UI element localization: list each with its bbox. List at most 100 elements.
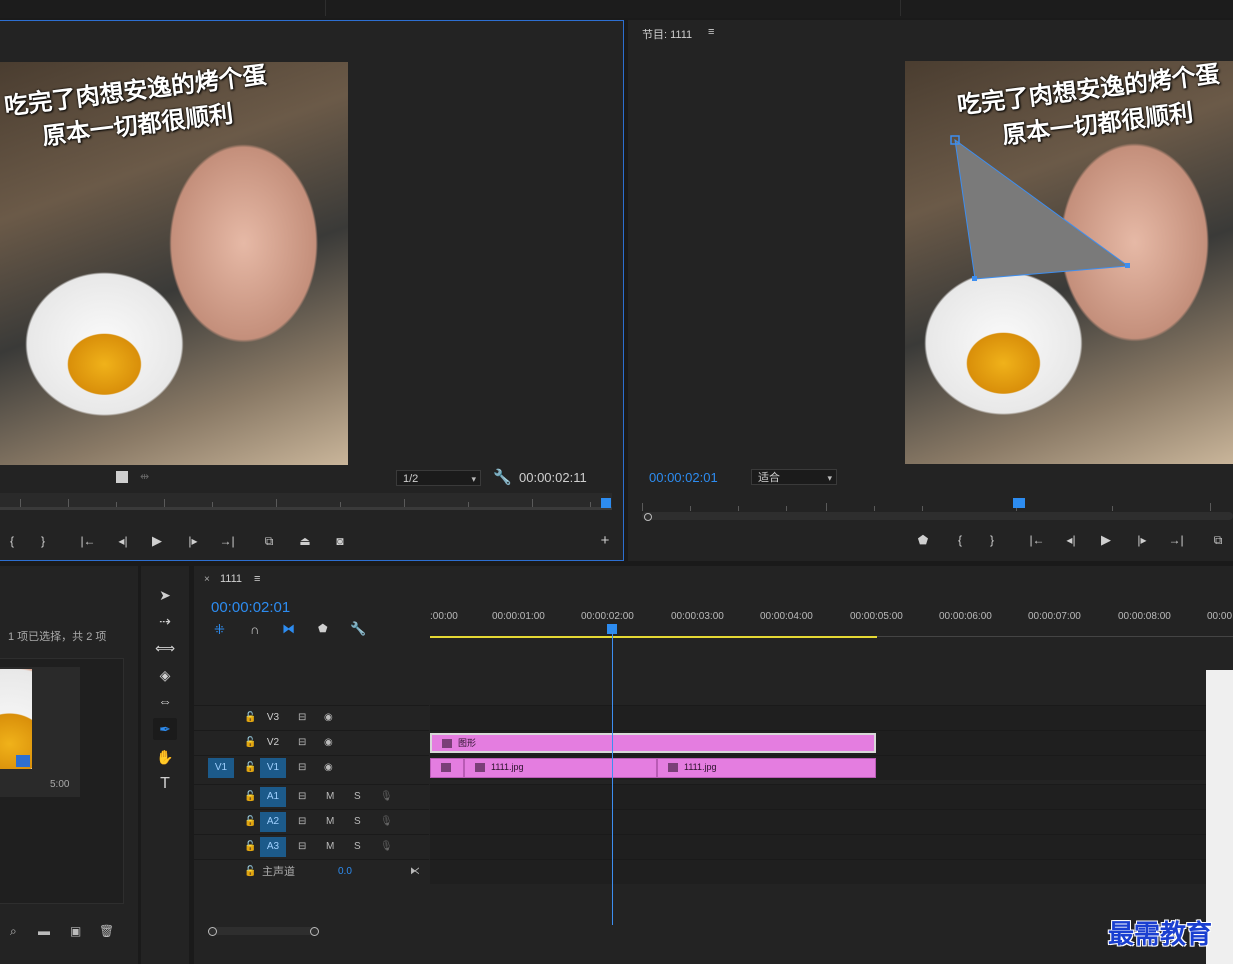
hand-tool-icon[interactable]: ✋: [153, 746, 177, 768]
sync-lock-icon[interactable]: ⊟: [298, 758, 306, 778]
track-label-v1[interactable]: V1: [260, 758, 286, 778]
mark-out-icon[interactable]: }: [33, 533, 53, 549]
track-row-master[interactable]: [430, 859, 1233, 884]
add-marker-icon[interactable]: ⬟: [318, 622, 328, 635]
lock-icon[interactable]: 🔓: [244, 812, 256, 832]
microphone-icon[interactable]: 🎙: [380, 787, 393, 807]
drag-video-icon[interactable]: ⇹: [140, 470, 149, 483]
sync-lock-icon[interactable]: ⊟: [298, 787, 306, 807]
scroll-handle[interactable]: [644, 513, 652, 521]
mute-button[interactable]: M: [326, 787, 334, 807]
track-row-v1[interactable]: 1111.jpg 1111.jpg: [430, 755, 1233, 780]
insert-icon[interactable]: ⧉: [259, 533, 279, 549]
pen-tool-icon[interactable]: ✒: [153, 718, 177, 740]
add-marker-icon[interactable]: ⬟: [913, 532, 933, 548]
lock-icon[interactable]: 🔓: [244, 758, 256, 778]
mute-button[interactable]: M: [326, 812, 334, 832]
solo-button[interactable]: S: [354, 837, 361, 857]
mark-out-icon[interactable]: }: [982, 532, 1002, 548]
track-label-a2[interactable]: A2: [260, 812, 286, 832]
track-label-v2[interactable]: V2: [260, 733, 286, 753]
clip-fragment[interactable]: [430, 758, 464, 778]
source-scrollbar[interactable]: [0, 507, 612, 510]
lift-icon[interactable]: ⧉: [1208, 532, 1228, 548]
solo-button[interactable]: S: [354, 787, 361, 807]
mark-in-icon[interactable]: {: [2, 533, 22, 549]
step-back-icon[interactable]: ◂|: [1061, 532, 1081, 548]
workspace-tabs[interactable]: [325, 0, 901, 16]
track-row-a1[interactable]: [430, 784, 1233, 809]
nest-toggle-icon[interactable]: ⁜: [214, 622, 225, 638]
solo-button[interactable]: S: [354, 812, 361, 832]
panel-menu-icon[interactable]: ≡: [708, 26, 714, 38]
settings-wrench-icon[interactable]: 🔧: [350, 621, 366, 637]
timeline-timecode[interactable]: 00:00:02:01: [211, 599, 290, 616]
track-row-a3[interactable]: [430, 834, 1233, 859]
sync-lock-icon[interactable]: ⊟: [298, 837, 306, 857]
go-to-end-icon[interactable]: ⧔: [410, 862, 420, 882]
program-time-ruler[interactable]: [642, 497, 1233, 511]
add-button-icon[interactable]: +: [595, 533, 615, 549]
fit-dropdown[interactable]: 适合 ▾: [751, 469, 837, 485]
sync-lock-icon[interactable]: ⊟: [298, 812, 306, 832]
source-time-ruler[interactable]: [0, 493, 612, 507]
slip-tool-icon[interactable]: ⇔: [153, 690, 177, 712]
panel-menu-icon[interactable]: ≡: [254, 573, 260, 585]
lock-icon[interactable]: 🔓: [244, 733, 256, 753]
microphone-icon[interactable]: 🎙: [380, 837, 393, 857]
track-label-v3[interactable]: V3: [260, 708, 286, 728]
wrench-icon[interactable]: 🔧: [493, 468, 512, 486]
mute-button[interactable]: M: [326, 837, 334, 857]
lock-icon[interactable]: 🔓: [244, 787, 256, 807]
eye-icon[interactable]: ◉: [324, 733, 333, 753]
scroll-handle-left[interactable]: [208, 927, 217, 936]
timeline-ruler[interactable]: :00:00 00:00:01:00 00:00:02:00 00:00:03:…: [430, 606, 1233, 638]
program-playhead-marker[interactable]: [1013, 498, 1025, 508]
razor-tool-icon[interactable]: ◈: [153, 664, 177, 686]
ripple-edit-tool-icon[interactable]: ⟺: [153, 637, 177, 659]
play-icon[interactable]: ▶: [147, 533, 167, 549]
image-clip-2[interactable]: 1111.jpg: [657, 758, 876, 778]
go-to-out-icon[interactable]: →|: [217, 533, 237, 549]
step-back-icon[interactable]: ◂|: [113, 533, 133, 549]
overwrite-icon[interactable]: ⏏: [295, 533, 315, 549]
snap-icon[interactable]: ∩: [250, 622, 259, 637]
timeline-zoom-scrollbar[interactable]: [208, 927, 318, 935]
program-timecode[interactable]: 00:00:02:01: [649, 470, 718, 485]
mark-in-icon[interactable]: {: [950, 532, 970, 548]
source-playhead-marker[interactable]: [601, 498, 611, 508]
project-item[interactable]: 5:00: [0, 667, 80, 797]
sequence-tab[interactable]: 1111: [220, 573, 242, 585]
track-row-a2[interactable]: [430, 809, 1233, 834]
track-label-a3[interactable]: A3: [260, 837, 286, 857]
scroll-handle-right[interactable]: [310, 927, 319, 936]
graphic-clip[interactable]: 图形: [430, 733, 876, 753]
sync-lock-icon[interactable]: ⊟: [298, 708, 306, 728]
lock-icon[interactable]: 🔓: [244, 708, 256, 728]
trash-icon[interactable]: 🗑: [99, 924, 114, 938]
type-tool-icon[interactable]: T: [153, 773, 177, 795]
track-row-v2[interactable]: 图形: [430, 730, 1233, 755]
sync-lock-icon[interactable]: ⊟: [298, 733, 306, 753]
source-timecode[interactable]: 00:00:02:11: [519, 470, 587, 485]
track-select-tool-icon[interactable]: ⇢: [153, 610, 177, 632]
step-forward-icon[interactable]: |▸: [183, 533, 203, 549]
track-row-v3[interactable]: [430, 705, 1233, 730]
close-tab-icon[interactable]: ×: [204, 574, 210, 585]
image-clip-1[interactable]: 1111.jpg: [464, 758, 657, 778]
safe-margin-icon[interactable]: [116, 471, 128, 483]
step-forward-icon[interactable]: |▸: [1132, 532, 1152, 548]
lock-icon[interactable]: 🔓: [244, 837, 256, 857]
camera-icon[interactable]: ◙: [330, 533, 350, 549]
program-zoom-scrollbar[interactable]: [642, 512, 1233, 520]
go-to-out-icon[interactable]: →|: [1166, 532, 1186, 548]
play-icon[interactable]: ▶: [1096, 532, 1116, 548]
resolution-dropdown[interactable]: 1/2 ▾: [396, 470, 481, 486]
source-patch-v1[interactable]: V1: [208, 758, 234, 778]
go-to-in-icon[interactable]: |←: [1027, 532, 1047, 548]
lock-icon[interactable]: 🔓: [244, 862, 256, 882]
linked-selection-icon[interactable]: ⧓: [282, 621, 295, 637]
selection-tool-icon[interactable]: ➤: [153, 584, 177, 606]
work-area-bar[interactable]: [430, 636, 877, 638]
track-label-a1[interactable]: A1: [260, 787, 286, 807]
